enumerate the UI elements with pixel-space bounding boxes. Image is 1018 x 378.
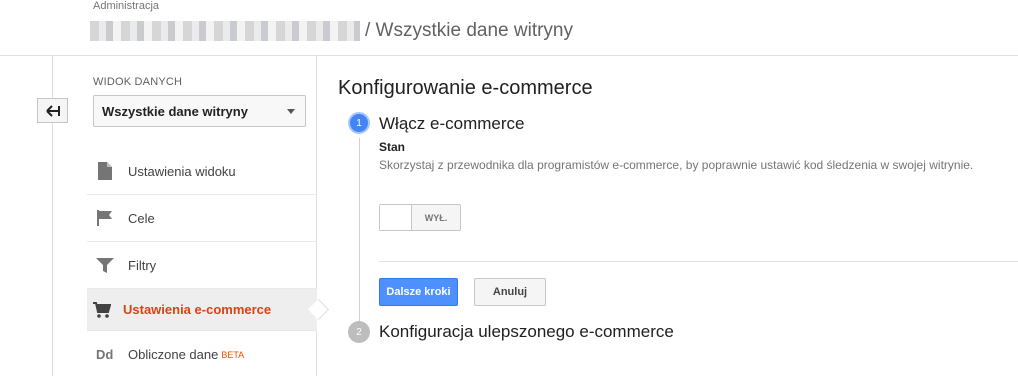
chevron-down-icon — [287, 109, 295, 114]
sidebar-item-label: Ustawienia widoku — [128, 163, 236, 179]
sidebar-item-label: Cele — [128, 210, 155, 226]
view-select[interactable]: Wszystkie dane witryny — [93, 95, 306, 127]
sidebar-item-ecommerce-settings[interactable]: Ustawienia e-commerce — [87, 289, 317, 331]
step-2-badge: 2 — [348, 321, 370, 343]
status-label: Stan — [379, 140, 406, 154]
sidebar-item-calculated-data[interactable]: Dd Obliczone dane BETA — [87, 331, 317, 378]
cart-icon — [93, 301, 111, 319]
view-label: WIDOK DANYCH — [93, 76, 183, 88]
sidebar-item-view-settings[interactable]: Ustawienia widoku — [87, 148, 317, 195]
step-1-badge: 1 — [348, 112, 370, 134]
step-2-title[interactable]: Konfiguracja ulepszonego e-commerce — [379, 322, 674, 342]
divider — [379, 261, 1018, 262]
section-title: Konfigurowanie e-commerce — [338, 77, 593, 99]
view-select-value: Wszystkie dane witryny — [102, 103, 248, 119]
toggle-label: WYŁ. — [424, 212, 448, 223]
step-1-title: Włącz e-commerce — [379, 114, 525, 133]
toggle-knob — [380, 205, 412, 230]
breadcrumb: / Wszystkie dane witryny — [90, 20, 573, 42]
page-title: / Wszystkie dane witryny — [365, 20, 573, 41]
filter-icon — [96, 256, 114, 274]
sidebar-item-label: Ustawienia e-commerce — [123, 302, 272, 317]
sidebar-item-filters[interactable]: Filtry — [87, 242, 317, 289]
sidebar-item-label: Filtry — [128, 257, 157, 273]
header: Administracja / Wszystkie dane witryny — [0, 0, 1018, 56]
next-steps-button[interactable]: Dalsze kroki — [379, 278, 458, 306]
beta-badge: BETA — [221, 349, 245, 360]
back-button[interactable] — [37, 98, 68, 123]
dd-icon: Dd — [96, 347, 114, 362]
step-1-description: Skorzystaj z przewodnika dla programistó… — [379, 158, 974, 172]
sidebar-item-label: Obliczone dane — [128, 347, 219, 362]
back-arrow-icon — [45, 104, 60, 117]
redacted-account-name — [90, 21, 360, 41]
ecommerce-toggle[interactable]: WYŁ. — [379, 204, 461, 231]
cancel-button[interactable]: Anuluj — [474, 278, 546, 306]
document-icon — [96, 162, 114, 180]
sidebar-item-goals[interactable]: Cele — [87, 195, 317, 242]
admin-label[interactable]: Administracja — [93, 0, 159, 12]
step-connector — [359, 138, 360, 323]
sidebar: WIDOK DANYCH Wszystkie dane witryny Usta… — [87, 56, 317, 376]
main-content: Konfigurowanie e-commerce 1 Włącz e-comm… — [338, 56, 1018, 376]
sidebar-nav: Ustawienia widoku Cele Filtry Ustawienia… — [87, 148, 317, 378]
flag-icon — [96, 209, 114, 227]
